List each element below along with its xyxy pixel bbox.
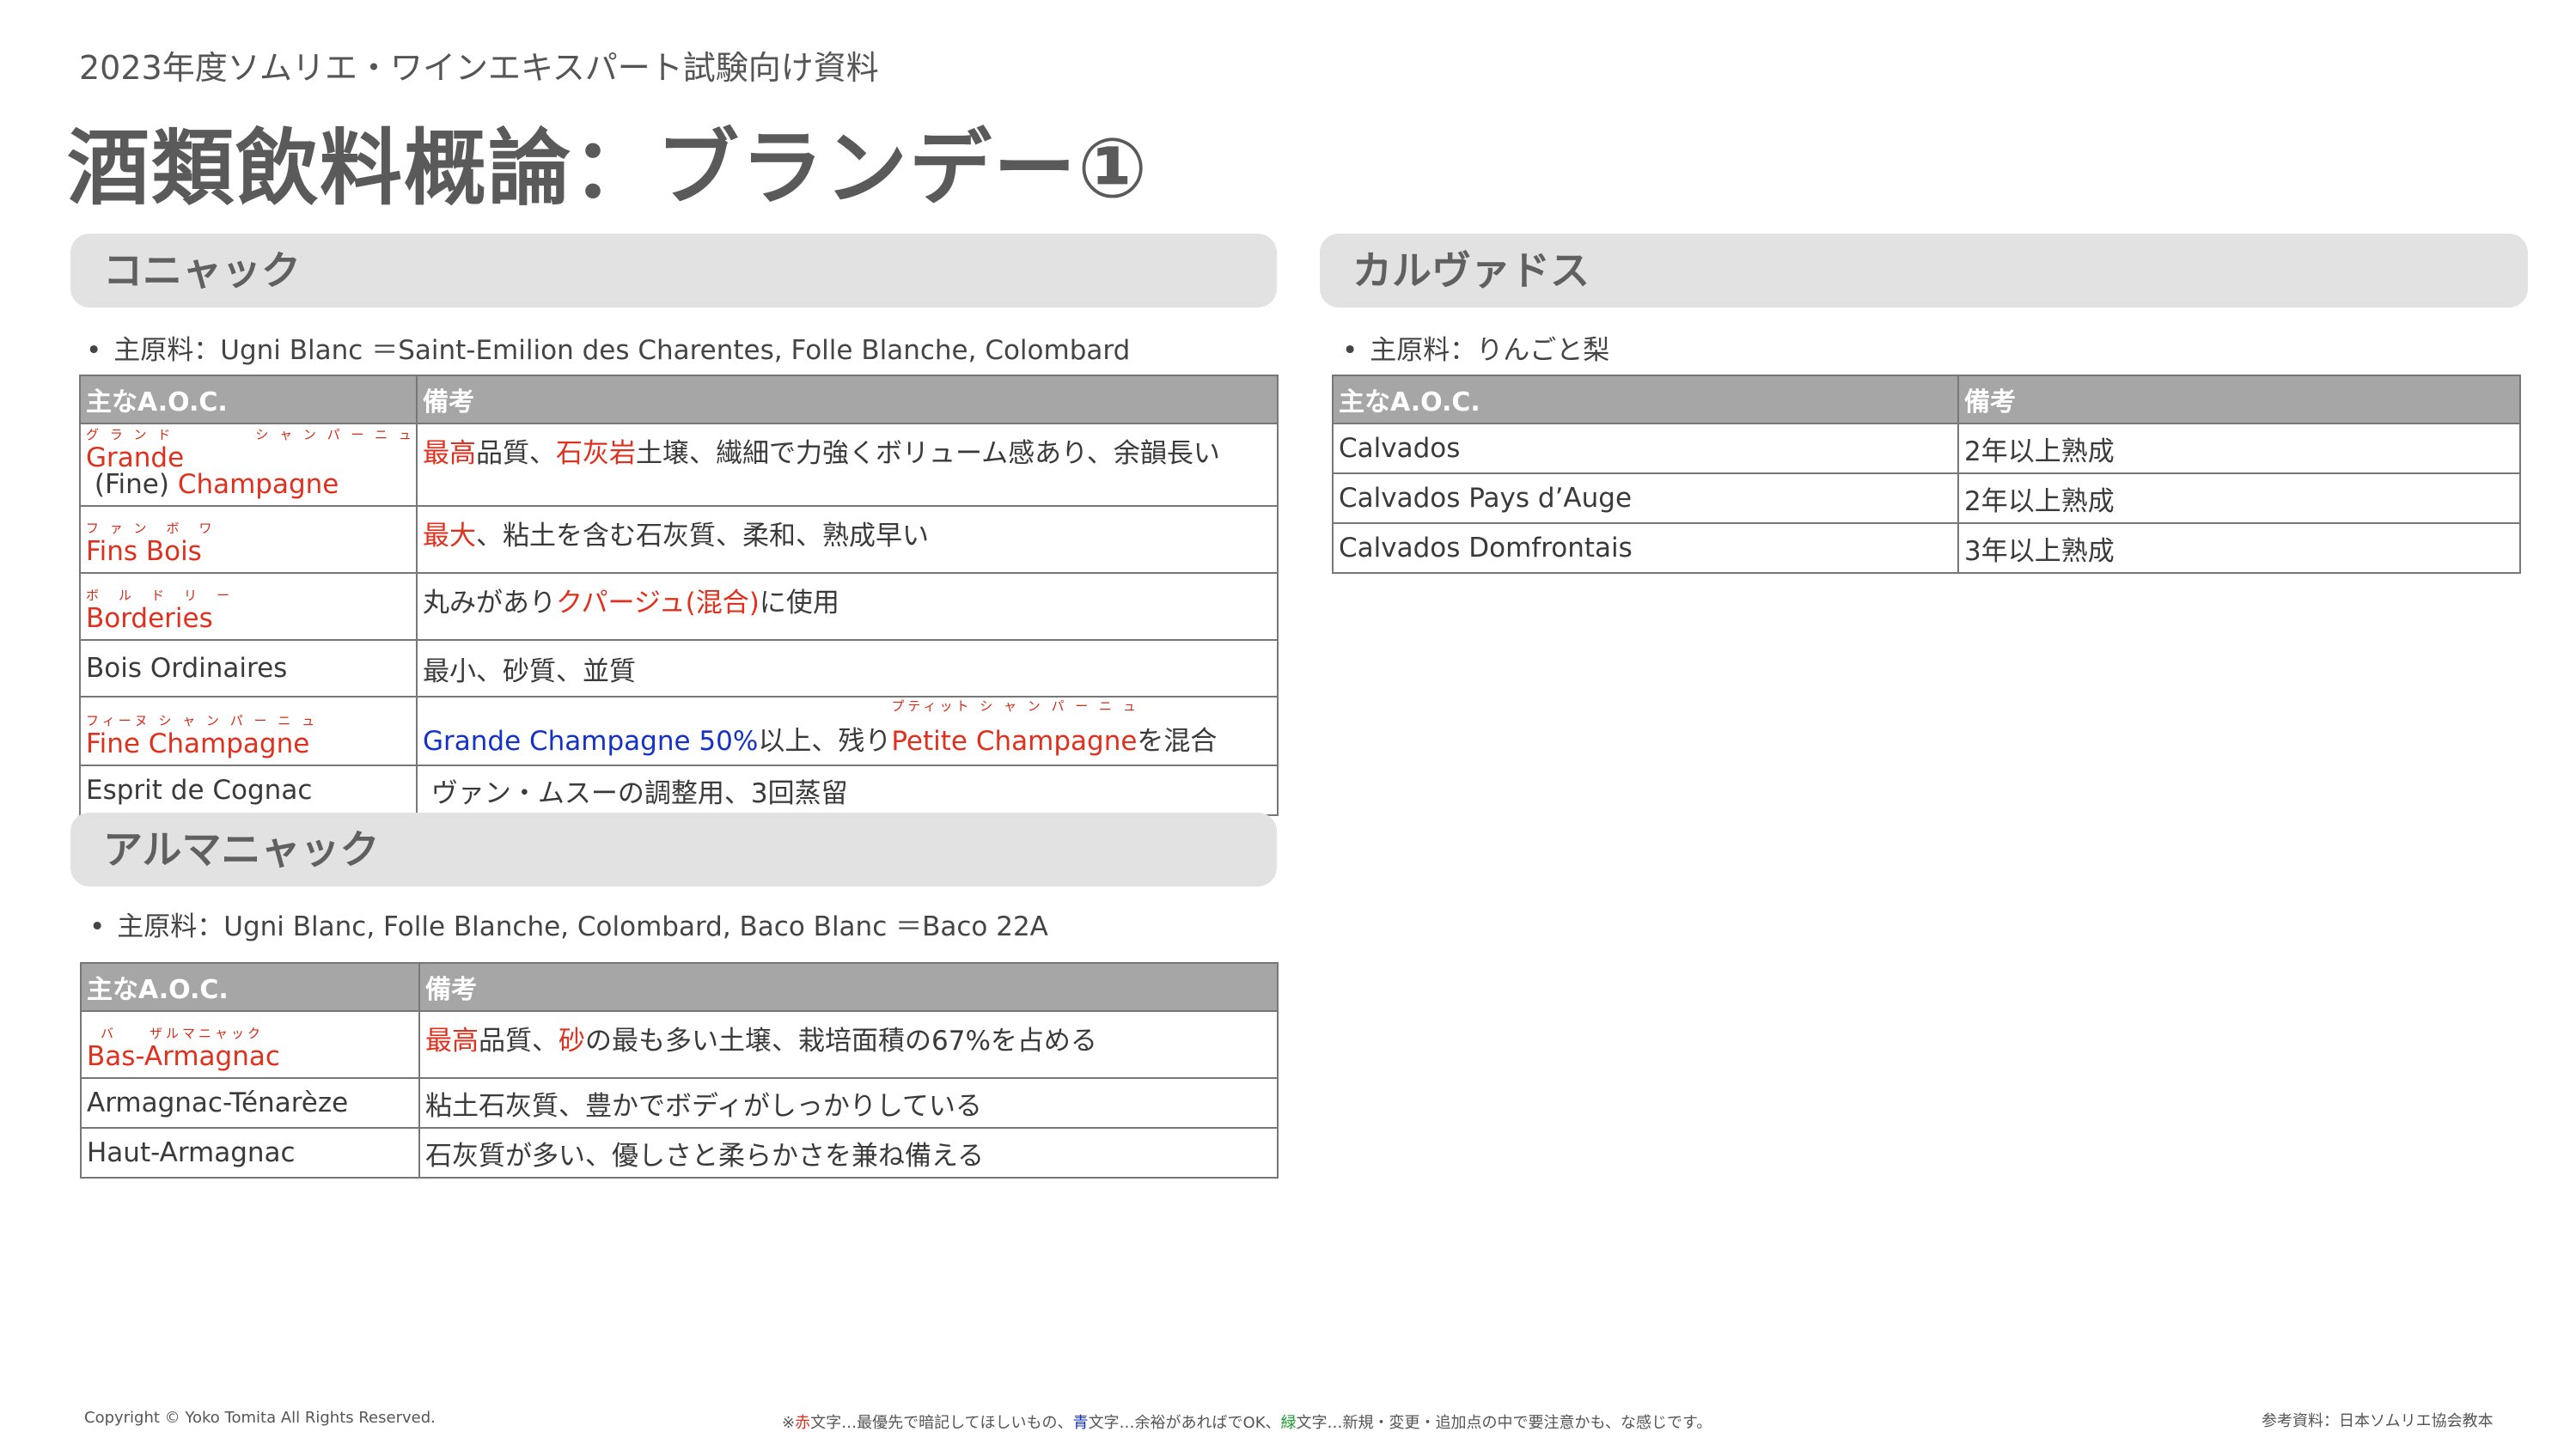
aoc-cell: Haut-Armagnac [80, 1127, 420, 1179]
reference-note: 参考資料：日本ソムリエ協会教本 [2262, 1412, 2494, 1430]
table-row: ボ ル ド リ ー Borderies 丸みがありクパージュ(混合)に使用 [79, 572, 1279, 641]
calvados-table: 主なA.O.C. 備考 Calvados 2年以上熟成 Calvados Pay… [1332, 375, 2521, 574]
section-header-calvados: カルヴァドス [1320, 234, 2528, 308]
aoc-cell: Calvados [1332, 423, 1959, 474]
note-cell: 最高品質、石灰岩土壌、繊細で力強くボリューム感あり、余韻長い [416, 423, 1279, 507]
table-header-row: 主なA.O.C. 備考 [80, 962, 1279, 1012]
column-header-note: 備考 [416, 375, 1279, 424]
color-legend: ※赤文字…最優先で暗記してほしいもの、青文字…余裕があればでOK、緑文字…新規・… [782, 1414, 1712, 1432]
subtitle: 2023年度ソムリエ・ワインエキスパート試験向け資料 [79, 49, 879, 87]
section-header-cognac: コニャック [70, 234, 1277, 308]
armagnac-table: 主なA.O.C. 備考 バ ザルマニャック Bas-Armagnac 最高品質、… [80, 962, 1279, 1179]
table-row: グ ラ ン ド シ ャ ン パ ー ニ ュ Grande (Fine) Cham… [79, 423, 1279, 507]
table-header-row: 主なA.O.C. 備考 [1332, 375, 2521, 424]
calvados-bullet: • 主原料：りんごと梨 [1342, 335, 1610, 366]
note-cell: 2年以上熟成 [1957, 423, 2521, 474]
aoc-cell: Esprit de Cognac [79, 765, 418, 816]
table-row: バ ザルマニャック Bas-Armagnac 最高品質、砂の最も多い土壌、栽培面… [80, 1010, 1279, 1079]
column-header-aoc: 主なA.O.C. [79, 375, 418, 424]
cognac-table: 主なA.O.C. 備考 グ ラ ン ド シ ャ ン パ ー ニ ュ Grande… [79, 375, 1279, 816]
calvados-bullet-text: 主原料：りんごと梨 [1370, 335, 1610, 366]
column-header-aoc: 主なA.O.C. [1332, 375, 1959, 424]
note-cell: 2年以上熟成 [1957, 472, 2521, 524]
table-row: フィーヌ シ ャ ン パ ー ニ ュ Fine Champagne Grande… [79, 696, 1279, 766]
armagnac-bullet: • 主原料：Ugni Blanc, Folle Blanche, Colombar… [89, 911, 1048, 942]
table-row: フ ァ ン ボ ワ Fins Bois 最大、粘土を含む石灰質、柔和、熟成早い [79, 505, 1279, 574]
table-row: Esprit de Cognac ヴァン・ムスーの調整用、3回蒸留 [79, 765, 1279, 816]
note-cell: 石灰質が多い、優しさと柔らかさを兼ね備える [418, 1127, 1279, 1179]
column-header-note: 備考 [418, 962, 1279, 1012]
column-header-note: 備考 [1957, 375, 2521, 424]
aoc-cell: Calvados Pays d’Auge [1332, 472, 1959, 524]
aoc-cell: Calvados Domfrontais [1332, 522, 1959, 574]
aoc-cell: Armagnac-Ténarèze [80, 1077, 420, 1129]
note-cell: 最小、砂質、並質 [416, 639, 1279, 698]
table-row: Calvados Domfrontais 3年以上熟成 [1332, 522, 2521, 574]
table-header-row: 主なA.O.C. 備考 [79, 375, 1279, 424]
note-cell: 最高品質、砂の最も多い土壌、栽培面積の67%を占める [418, 1010, 1279, 1079]
page-title: 酒類飲料概論：ブランデー① [67, 120, 1150, 216]
table-row: Bois Ordinaires 最小、砂質、並質 [79, 639, 1279, 698]
section-header-armagnac: アルマニャック [70, 813, 1277, 886]
note-cell: 粘土石灰質、豊かでボディがしっかりしている [418, 1077, 1279, 1129]
armagnac-bullet-text: 主原料：Ugni Blanc, Folle Blanche, Colombard… [117, 911, 1048, 942]
table-row: Calvados 2年以上熟成 [1332, 423, 2521, 474]
cognac-bullet-text: 主原料：Ugni Blanc ＝Saint-Emilion des Charen… [113, 335, 1131, 366]
aoc-cell: ボ ル ド リ ー Borderies [79, 572, 418, 641]
aoc-cell: バ ザルマニャック Bas-Armagnac [80, 1010, 420, 1079]
ruby-text: プティット シ ャ ン パ ー ニ ュ [891, 698, 1139, 714]
aoc-cell: フィーヌ シ ャ ン パ ー ニ ュ Fine Champagne [79, 696, 418, 766]
column-header-aoc: 主なA.O.C. [80, 962, 420, 1012]
aoc-cell: フ ァ ン ボ ワ Fins Bois [79, 505, 418, 574]
note-cell: ヴァン・ムスーの調整用、3回蒸留 [416, 765, 1279, 816]
table-row: Calvados Pays d’Auge 2年以上熟成 [1332, 472, 2521, 524]
note-cell: 最大、粘土を含む石灰質、柔和、熟成早い [416, 505, 1279, 574]
table-row: Haut-Armagnac 石灰質が多い、優しさと柔らかさを兼ね備える [80, 1127, 1279, 1179]
table-row: Armagnac-Ténarèze 粘土石灰質、豊かでボディがしっかりしている [80, 1077, 1279, 1129]
note-cell: Grande Champagne 50%以上、残り プティット シ ャ ン パ ー… [416, 696, 1279, 766]
aoc-cell: グ ラ ン ド シ ャ ン パ ー ニ ュ Grande (Fine) Cham… [79, 423, 418, 507]
copyright: Copyright © Yoko Tomita All Rights Reser… [84, 1409, 436, 1427]
cognac-bullet: • 主原料：Ugni Blanc ＝Saint-Emilion des Chare… [86, 335, 1131, 366]
note-cell: 3年以上熟成 [1957, 522, 2521, 574]
note-cell: 丸みがありクパージュ(混合)に使用 [416, 572, 1279, 641]
aoc-cell: Bois Ordinaires [79, 639, 418, 698]
